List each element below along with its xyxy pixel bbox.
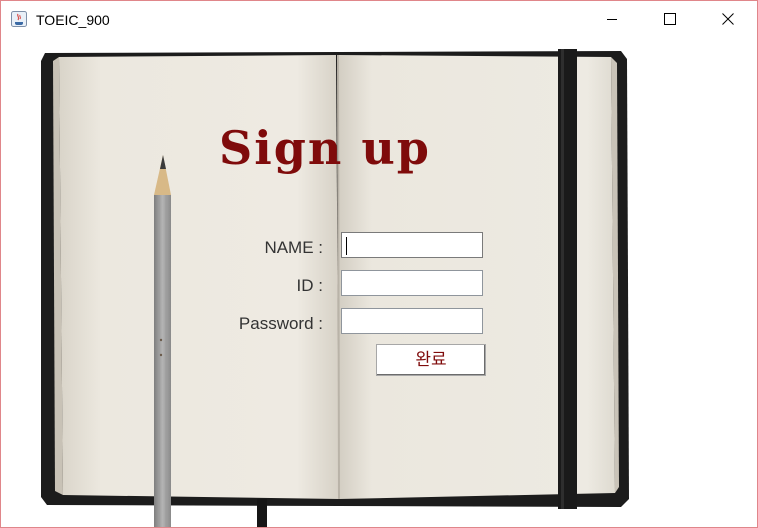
close-button[interactable] bbox=[699, 1, 757, 37]
content-area: Sign up NAME : ID : Password : 완료 bbox=[1, 37, 757, 527]
text-caret bbox=[346, 237, 347, 255]
close-icon bbox=[722, 13, 734, 25]
name-label: NAME : bbox=[264, 238, 323, 257]
java-app-icon bbox=[11, 11, 27, 27]
id-label: ID : bbox=[296, 276, 323, 295]
window-title: TOEIC_900 bbox=[36, 12, 110, 28]
password-field[interactable] bbox=[341, 308, 483, 334]
minimize-icon bbox=[607, 19, 617, 20]
password-label: Password : bbox=[238, 314, 323, 333]
submit-button[interactable]: 완료 bbox=[376, 344, 486, 376]
id-field[interactable] bbox=[341, 270, 483, 296]
maximize-icon bbox=[664, 13, 676, 25]
app-window: TOEIC_900 Sign up NAME: ID: Password:… bbox=[0, 0, 758, 528]
title-bar[interactable]: TOEIC_900 bbox=[1, 1, 757, 37]
maximize-button[interactable] bbox=[641, 1, 699, 37]
signup-heading: Sign up bbox=[219, 121, 431, 175]
name-field[interactable] bbox=[341, 232, 483, 258]
minimize-button[interactable] bbox=[583, 1, 641, 37]
